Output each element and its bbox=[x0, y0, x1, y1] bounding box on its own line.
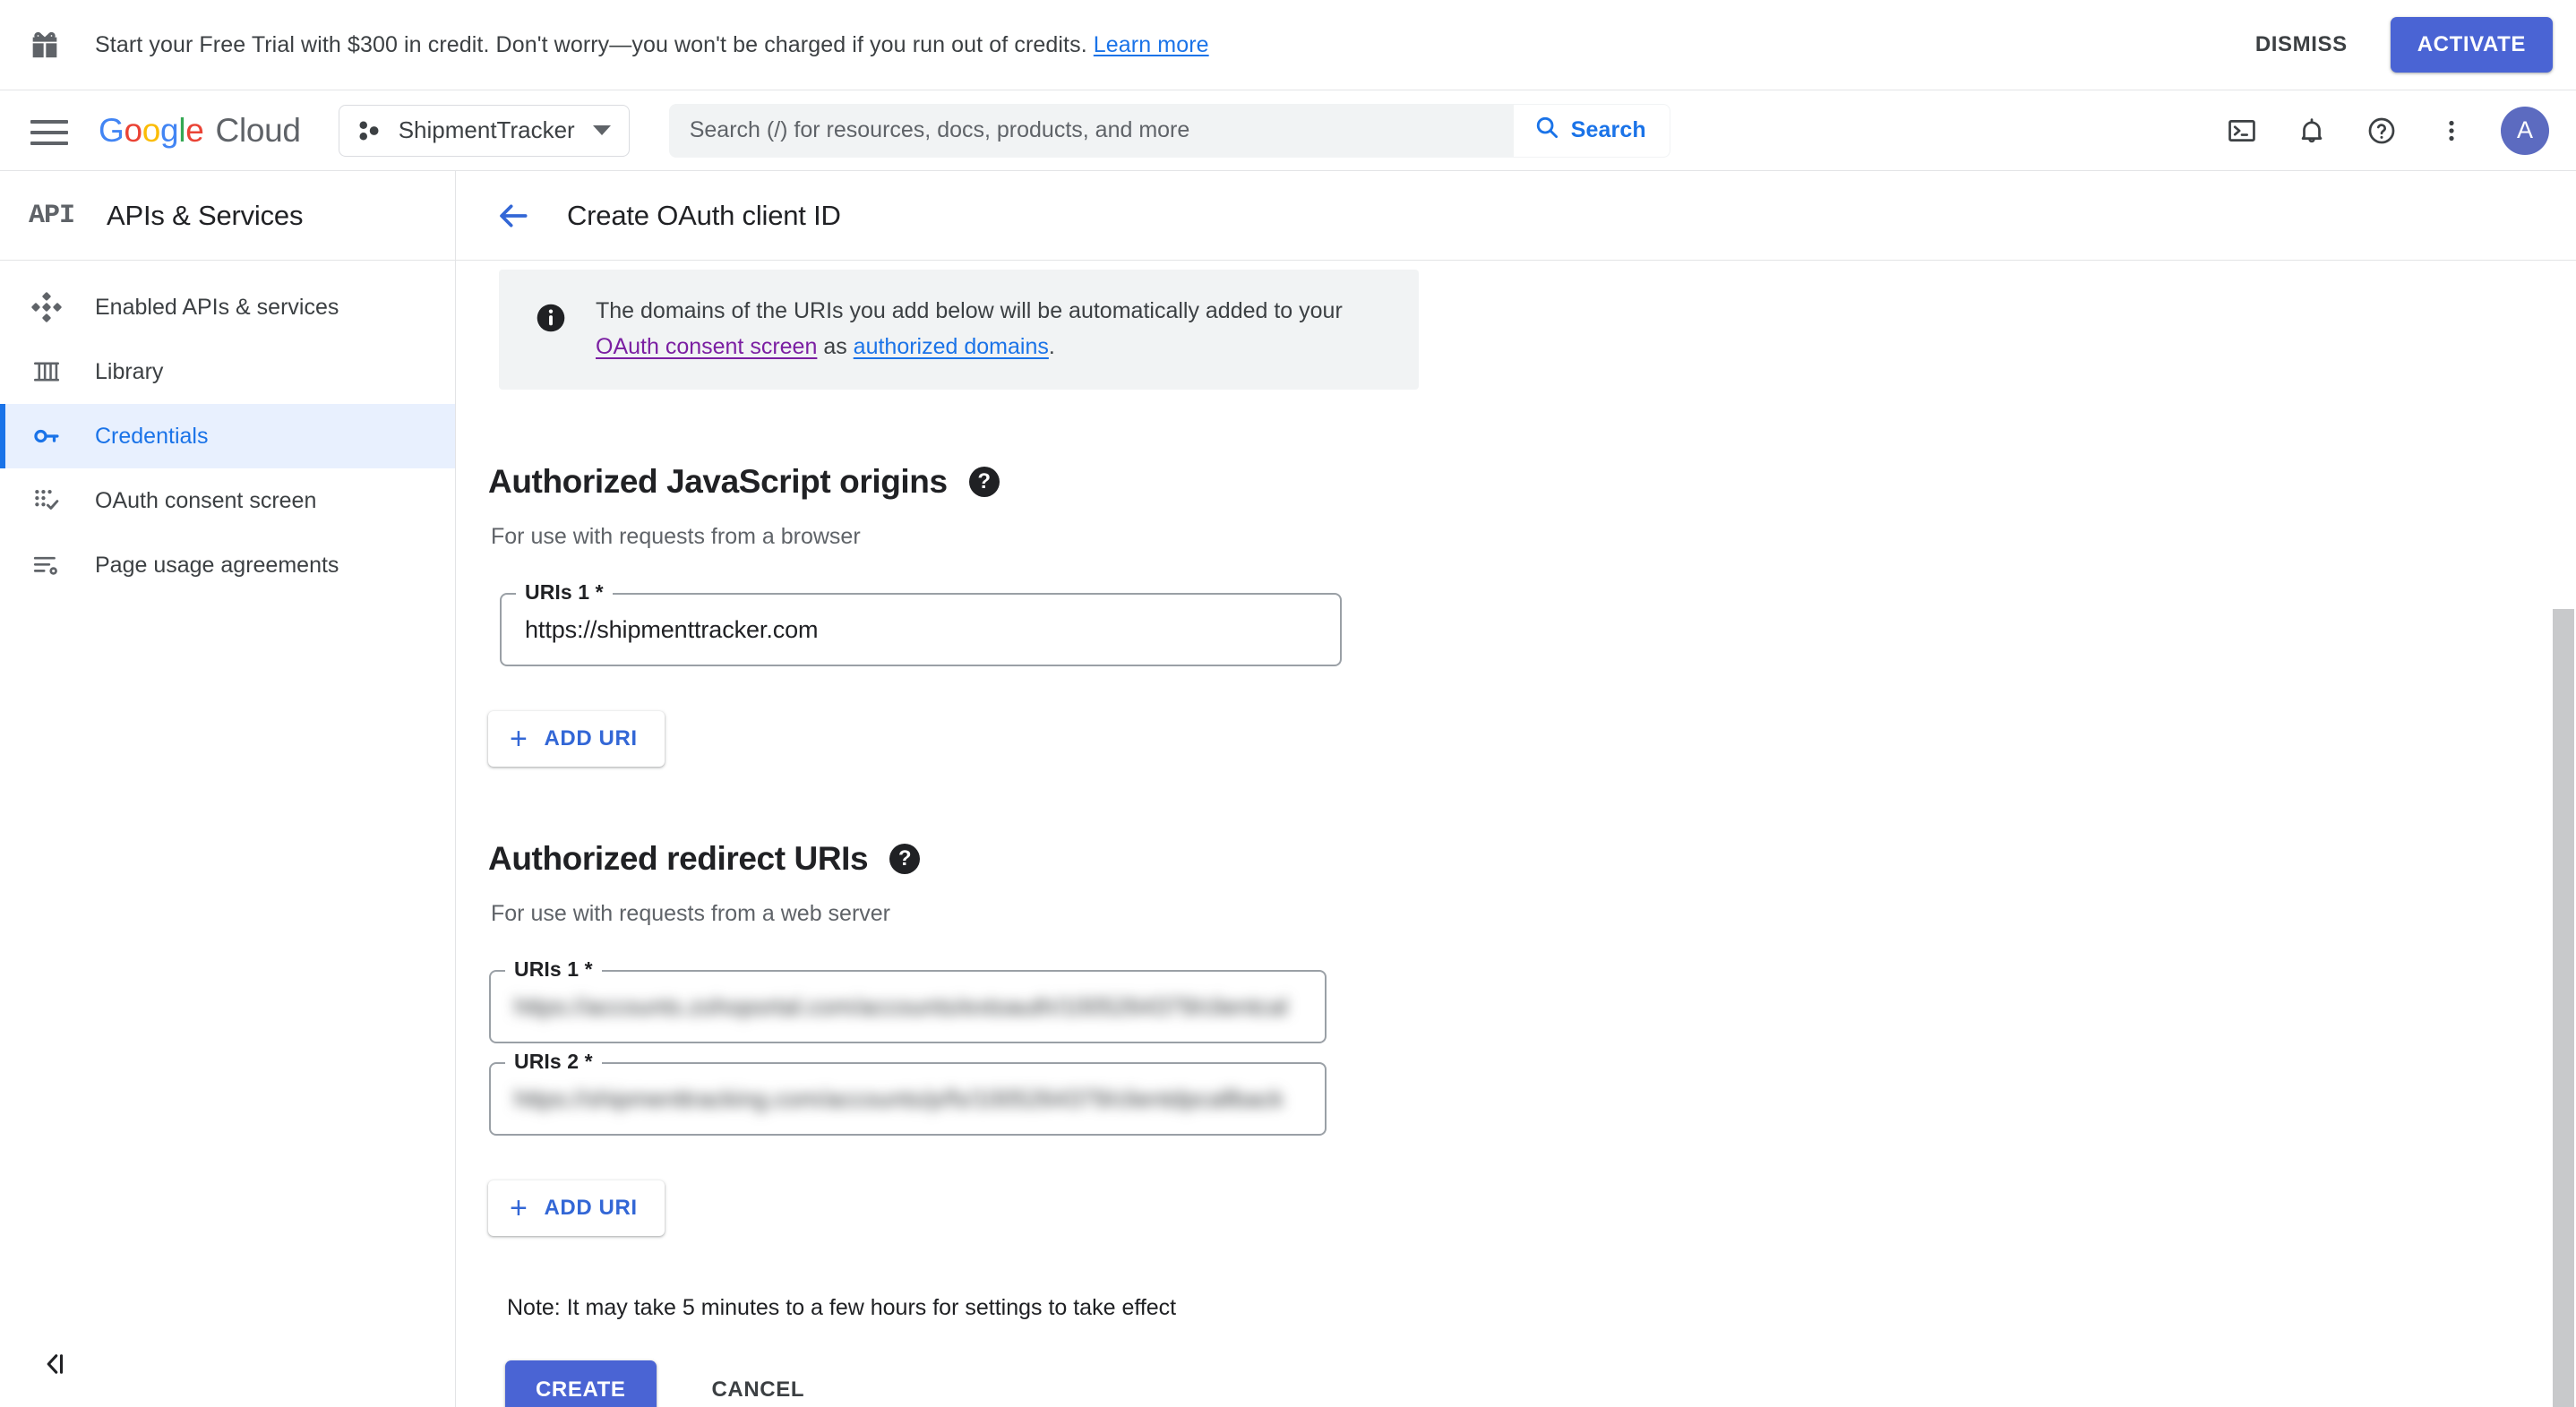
add-uri-button-js-origins[interactable]: + ADD URI bbox=[488, 711, 665, 767]
sidebar-item-oauth-consent-screen[interactable]: OAuth consent screen bbox=[0, 468, 455, 533]
sidebar-item-label: Enabled APIs & services bbox=[95, 294, 339, 320]
key-icon bbox=[29, 418, 64, 454]
topbar-icon-group: A bbox=[2202, 101, 2555, 160]
free-trial-banner: Start your Free Trial with $300 in credi… bbox=[0, 0, 2576, 90]
consent-screen-icon bbox=[29, 483, 64, 519]
section-title-row: Authorized JavaScript origins ? bbox=[488, 463, 2576, 501]
logo-letter-g: G bbox=[99, 111, 125, 149]
collapse-sidebar-icon[interactable] bbox=[38, 1346, 73, 1382]
sidebar-item-label: Library bbox=[95, 358, 164, 384]
info-text-part2: as bbox=[817, 334, 854, 359]
scrollbar-thumb[interactable] bbox=[2553, 609, 2574, 1407]
section-title: Authorized JavaScript origins bbox=[488, 463, 948, 500]
settings-note: Note: It may take 5 minutes to a few hou… bbox=[507, 1295, 1177, 1320]
js-origin-uri-input-1[interactable] bbox=[502, 615, 1340, 644]
redirect-uris-section: Authorized redirect URIs ? For use with … bbox=[488, 840, 2576, 1236]
javascript-origins-section: Authorized JavaScript origins ? For use … bbox=[488, 463, 2576, 767]
trial-message-text: Start your Free Trial with $300 in credi… bbox=[95, 31, 1087, 57]
info-banner-text: The domains of the URIs you add below wi… bbox=[596, 293, 1392, 365]
main-content: The domains of the URIs you add below wi… bbox=[456, 262, 2576, 1407]
redirect-uri-field-1[interactable]: URIs 1 * bbox=[489, 957, 1327, 1043]
section-title-row: Authorized redirect URIs ? bbox=[488, 840, 2576, 878]
logo-cloud-word: Cloud bbox=[215, 111, 301, 149]
field-label: URIs 1 * bbox=[516, 580, 613, 605]
section-subtitle: For use with requests from a web server bbox=[491, 901, 890, 926]
info-banner: The domains of the URIs you add below wi… bbox=[499, 270, 1419, 390]
add-uri-label: ADD URI bbox=[544, 726, 638, 751]
sidebar-product-title: APIs & Services bbox=[107, 199, 304, 231]
project-name: ShipmentTracker bbox=[398, 116, 575, 143]
library-icon bbox=[29, 354, 64, 390]
redirect-uri-input-2[interactable] bbox=[491, 1085, 1325, 1113]
field-label: URIs 2 * bbox=[505, 1050, 602, 1074]
help-filled-icon[interactable]: ? bbox=[889, 844, 921, 874]
sidebar-item-enabled-apis[interactable]: Enabled APIs & services bbox=[0, 275, 455, 339]
top-navigation-bar: Go o g l e Cloud ShipmentTracker Search … bbox=[0, 90, 2576, 171]
help-filled-icon[interactable]: ? bbox=[968, 467, 1000, 497]
logo-letter-o2: o bbox=[142, 111, 161, 149]
form-actions: CREATE CANCEL bbox=[505, 1360, 2576, 1407]
chevron-down-icon bbox=[592, 125, 611, 135]
google-cloud-console: Start your Free Trial with $300 in credi… bbox=[0, 0, 2576, 1407]
dismiss-button[interactable]: DISMISS bbox=[2236, 20, 2367, 70]
sidebar-header: API APIs & Services bbox=[0, 171, 455, 261]
form-footer: Note: It may take 5 minutes to a few hou… bbox=[488, 1295, 2576, 1407]
search-button-label: Search bbox=[1570, 117, 1646, 142]
back-arrow-icon[interactable] bbox=[488, 191, 538, 241]
section-subtitle: For use with requests from a browser bbox=[491, 524, 861, 549]
logo-letter-l: l bbox=[178, 111, 186, 149]
trial-message: Start your Free Trial with $300 in credi… bbox=[95, 32, 1209, 58]
api-logo-mark: API bbox=[29, 200, 75, 231]
sidebar-item-label: OAuth consent screen bbox=[95, 487, 317, 513]
project-icon bbox=[356, 117, 382, 144]
activate-button[interactable]: ACTIVATE bbox=[2390, 17, 2553, 73]
sidebar-item-credentials[interactable]: Credentials bbox=[0, 404, 455, 468]
hamburger-menu-icon[interactable] bbox=[30, 112, 68, 150]
avatar[interactable]: A bbox=[2501, 106, 2549, 155]
plus-icon: + bbox=[510, 722, 528, 756]
redirect-uri-field-2[interactable]: URIs 2 * bbox=[489, 1050, 1327, 1136]
logo-letter-o1: o bbox=[124, 111, 142, 149]
info-text-part3: . bbox=[1048, 334, 1055, 359]
project-selector[interactable]: ShipmentTracker bbox=[338, 104, 630, 157]
terminal-icon[interactable] bbox=[2212, 101, 2271, 160]
sidebar: API APIs & Services Enabled APIs & servi… bbox=[0, 171, 456, 1407]
sidebar-nav-list: Enabled APIs & services Library Credenti… bbox=[0, 261, 455, 597]
logo-letter-g2: g bbox=[160, 111, 179, 149]
google-cloud-logo[interactable]: Go o g l e Cloud bbox=[99, 112, 301, 150]
section-title: Authorized redirect URIs bbox=[488, 840, 869, 877]
help-circle-icon[interactable] bbox=[2352, 101, 2411, 160]
scrollbar-track[interactable] bbox=[2551, 262, 2576, 1407]
page-header: Create OAuth client ID bbox=[456, 171, 2576, 261]
agreements-gear-icon bbox=[29, 547, 64, 583]
learn-more-link[interactable]: Learn more bbox=[1094, 32, 1209, 57]
three-dots-vertical-icon[interactable] bbox=[2422, 101, 2481, 160]
sidebar-item-page-usage-agreements[interactable]: Page usage agreements bbox=[0, 533, 455, 597]
authorized-domains-link[interactable]: authorized domains bbox=[854, 334, 1049, 359]
search-bar[interactable]: Search bbox=[668, 103, 1670, 158]
sidebar-item-label: Credentials bbox=[95, 423, 209, 449]
search-button[interactable]: Search bbox=[1513, 104, 1670, 157]
add-uri-label: ADD URI bbox=[544, 1196, 638, 1220]
plus-icon: + bbox=[510, 1191, 528, 1225]
field-label: URIs 1 * bbox=[505, 957, 602, 982]
info-text-part1: The domains of the URIs you add below wi… bbox=[596, 298, 1343, 323]
info-icon bbox=[535, 302, 567, 334]
search-input[interactable] bbox=[669, 104, 1514, 157]
page-title: Create OAuth client ID bbox=[567, 199, 841, 231]
logo-letter-e: e bbox=[185, 111, 204, 149]
sidebar-item-library[interactable]: Library bbox=[0, 339, 455, 404]
redirect-uri-input-1[interactable] bbox=[491, 992, 1325, 1021]
gift-icon bbox=[27, 27, 63, 63]
search-icon bbox=[1533, 114, 1560, 147]
js-origin-uri-field-1[interactable]: URIs 1 * bbox=[500, 580, 1342, 666]
bell-icon[interactable] bbox=[2282, 101, 2341, 160]
cancel-button[interactable]: CANCEL bbox=[689, 1360, 829, 1407]
sidebar-item-label: Page usage agreements bbox=[95, 552, 339, 578]
dashboard-diamond-icon bbox=[29, 289, 64, 325]
create-button[interactable]: CREATE bbox=[505, 1360, 657, 1407]
oauth-consent-screen-link[interactable]: OAuth consent screen bbox=[596, 334, 817, 359]
add-uri-button-redirect[interactable]: + ADD URI bbox=[488, 1180, 665, 1236]
